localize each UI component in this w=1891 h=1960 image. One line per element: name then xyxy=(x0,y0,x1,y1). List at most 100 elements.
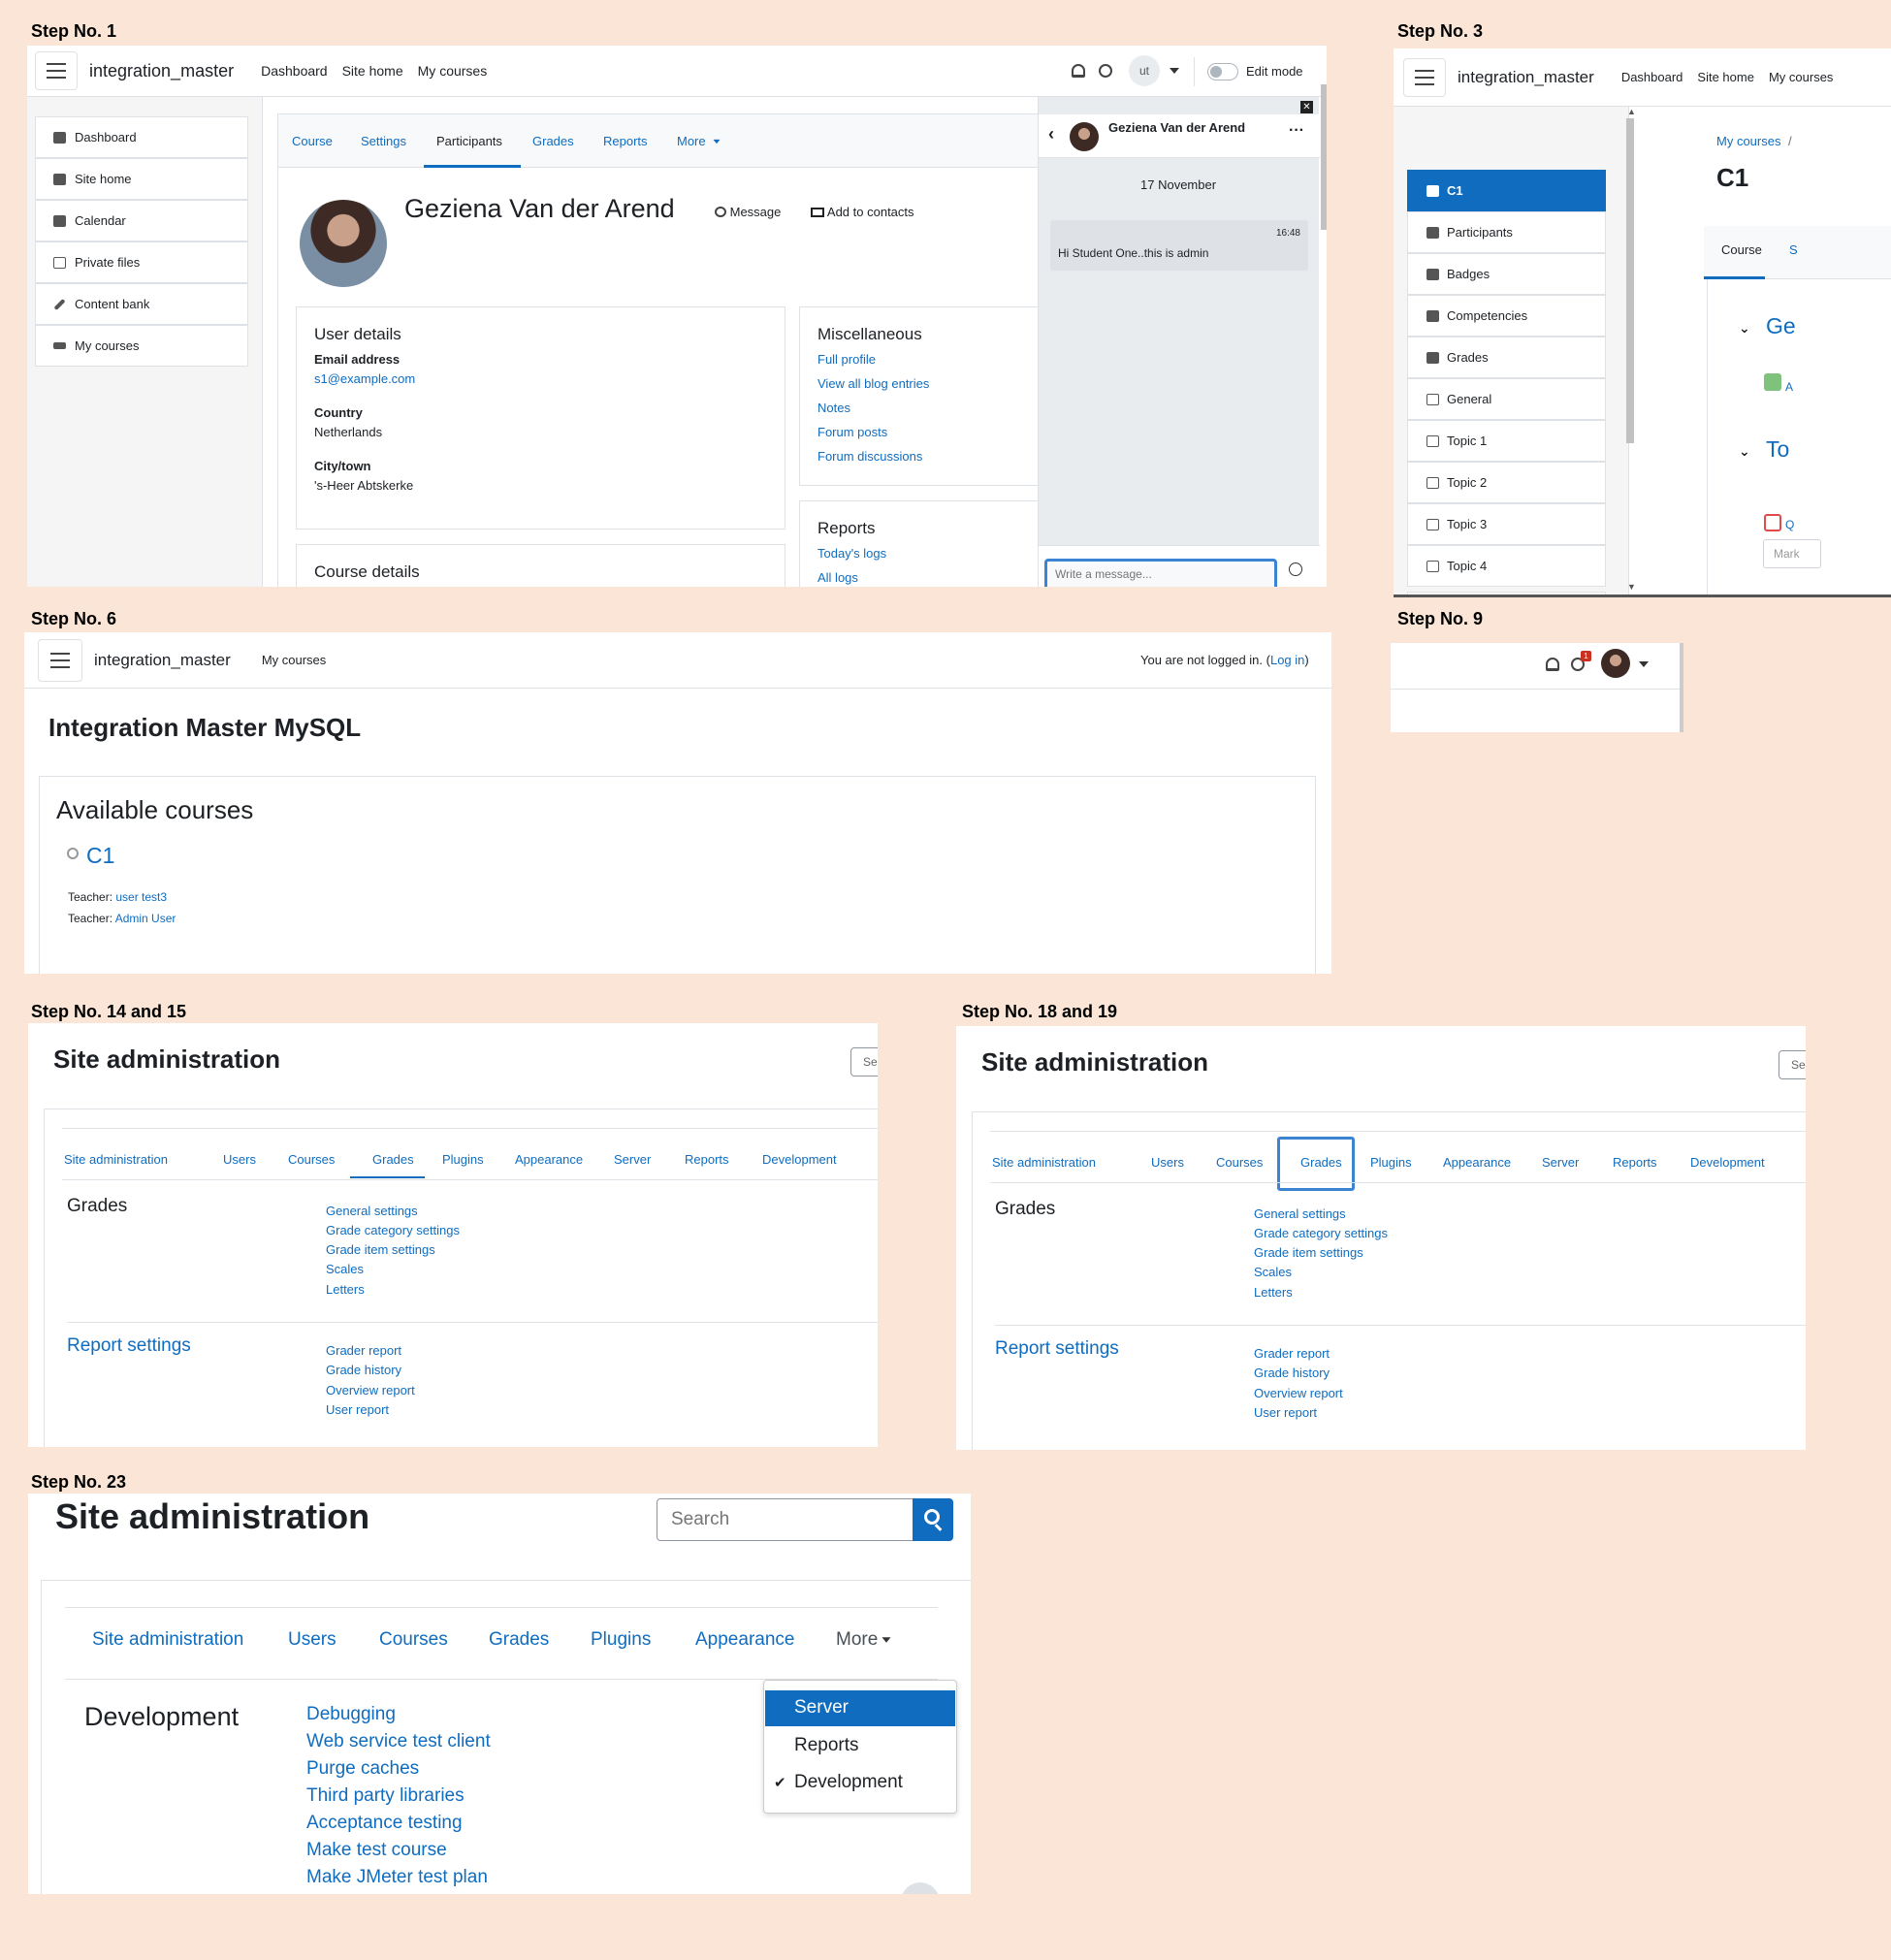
search-input[interactable] xyxy=(657,1498,913,1541)
nav-my-courses[interactable]: My courses xyxy=(262,653,326,667)
site-brand[interactable]: integration_master xyxy=(94,651,231,670)
activity-link[interactable]: Q xyxy=(1785,518,1794,531)
report-settings-heading[interactable]: Report settings xyxy=(67,1335,191,1357)
tab-plugins[interactable]: Plugins xyxy=(1370,1155,1412,1170)
tab-course[interactable]: Course xyxy=(292,134,333,148)
sidebar-item-grades[interactable]: Grades xyxy=(1407,337,1606,378)
nav-site-home[interactable]: Site home xyxy=(1697,70,1754,84)
tab-grades[interactable]: Grades xyxy=(532,134,574,148)
user-menu-caret-icon[interactable] xyxy=(1170,68,1179,74)
link-letters[interactable]: Letters xyxy=(1254,1285,1293,1300)
forum-discussions-link[interactable]: Forum discussions xyxy=(817,449,922,464)
edit-mode-toggle[interactable] xyxy=(1207,63,1238,80)
link-grader-report[interactable]: Grader report xyxy=(326,1343,401,1358)
link-grade-item-settings[interactable]: Grade item settings xyxy=(1254,1245,1363,1260)
search-button[interactable] xyxy=(913,1498,953,1541)
link-overview-report[interactable]: Overview report xyxy=(326,1383,415,1398)
teacher-link-admin-user[interactable]: Admin User xyxy=(115,912,176,925)
tab-users[interactable]: Users xyxy=(288,1629,337,1651)
emoji-icon[interactable] xyxy=(1289,562,1302,576)
search-input[interactable]: Se xyxy=(1779,1050,1806,1079)
sidebar-item-topic-4[interactable]: Topic 4 xyxy=(1407,545,1606,587)
tab-reports[interactable]: Reports xyxy=(685,1152,729,1167)
tab-site-administration[interactable]: Site administration xyxy=(992,1155,1096,1170)
nav-dashboard[interactable]: Dashboard xyxy=(261,63,328,79)
sidebar-item-topic-1[interactable]: Topic 1 xyxy=(1407,420,1606,462)
sidebar-item-my-courses[interactable]: My courses xyxy=(35,325,248,367)
link-scales[interactable]: Scales xyxy=(326,1262,364,1276)
back-icon[interactable]: ‹ xyxy=(1048,124,1054,145)
link-make-jmeter-test-plan[interactable]: Make JMeter test plan xyxy=(306,1867,488,1888)
link-user-report[interactable]: User report xyxy=(1254,1405,1317,1420)
sidebar-item-competencies[interactable]: Competencies xyxy=(1407,295,1606,337)
site-brand[interactable]: integration_master xyxy=(89,61,234,81)
report-settings-heading[interactable]: Report settings xyxy=(995,1338,1119,1360)
tab-more[interactable]: More xyxy=(836,1629,878,1651)
link-grader-report[interactable]: Grader report xyxy=(1254,1346,1330,1361)
email-link[interactable]: s1@example.com xyxy=(314,371,415,386)
all-logs-link[interactable]: All logs xyxy=(817,570,858,585)
user-menu-caret-icon[interactable] xyxy=(1639,661,1649,667)
todays-logs-link[interactable]: Today's logs xyxy=(817,546,886,561)
tab-settings[interactable]: Settings xyxy=(361,134,406,148)
tab-courses[interactable]: Courses xyxy=(379,1629,448,1651)
menu-item-development[interactable]: Development xyxy=(765,1766,955,1802)
link-acceptance-testing[interactable]: Acceptance testing xyxy=(306,1813,463,1834)
tab-plugins[interactable]: Plugins xyxy=(591,1629,651,1651)
link-overview-report[interactable]: Overview report xyxy=(1254,1386,1343,1400)
link-grade-category-settings[interactable]: Grade category settings xyxy=(1254,1226,1388,1240)
message-button[interactable]: Message xyxy=(715,205,781,219)
sidebar-item-participants[interactable]: Participants xyxy=(1407,211,1606,253)
close-drawer-icon[interactable]: ✕ xyxy=(1300,101,1313,113)
mark-as-done-button[interactable]: Mark xyxy=(1763,539,1821,568)
hamburger-menu-button[interactable] xyxy=(38,638,82,682)
sidebar-item-calendar[interactable]: Calendar xyxy=(35,200,248,241)
tab-reports[interactable]: Reports xyxy=(603,134,648,148)
section-collapse-icon[interactable]: ⌄ xyxy=(1739,443,1750,460)
tab-users[interactable]: Users xyxy=(223,1152,256,1167)
tab-server[interactable]: Server xyxy=(614,1152,651,1167)
tab-courses[interactable]: Courses xyxy=(1216,1155,1263,1170)
nav-site-home[interactable]: Site home xyxy=(342,63,403,79)
full-profile-link[interactable]: Full profile xyxy=(817,352,876,367)
forum-posts-link[interactable]: Forum posts xyxy=(817,425,887,439)
scrollbar[interactable] xyxy=(1321,84,1327,230)
link-grade-history[interactable]: Grade history xyxy=(326,1363,401,1377)
link-scales[interactable]: Scales xyxy=(1254,1265,1292,1279)
message-input[interactable] xyxy=(1044,559,1277,587)
nav-dashboard[interactable]: Dashboard xyxy=(1621,70,1683,84)
menu-item-reports[interactable]: Reports xyxy=(765,1729,955,1765)
tab-site-administration[interactable]: Site administration xyxy=(64,1152,168,1167)
link-general-settings[interactable]: General settings xyxy=(1254,1206,1346,1221)
tab-courses[interactable]: Courses xyxy=(288,1152,335,1167)
activity-link[interactable]: A xyxy=(1785,380,1793,394)
tab-more[interactable]: More xyxy=(677,134,706,148)
tab-development[interactable]: Development xyxy=(762,1152,837,1167)
messages-icon[interactable] xyxy=(1099,64,1112,78)
tab-appearance[interactable]: Appearance xyxy=(515,1152,583,1167)
link-purge-caches[interactable]: Purge caches xyxy=(306,1758,419,1780)
user-avatar[interactable]: ut xyxy=(1129,55,1160,86)
nav-my-courses[interactable]: My courses xyxy=(1769,70,1833,84)
breadcrumb-my-courses[interactable]: My courses xyxy=(1716,134,1780,148)
tab-appearance[interactable]: Appearance xyxy=(1443,1155,1511,1170)
link-grade-item-settings[interactable]: Grade item settings xyxy=(326,1242,435,1257)
link-make-test-course[interactable]: Make test course xyxy=(306,1840,447,1861)
site-brand[interactable]: integration_master xyxy=(1458,68,1594,87)
sidebar-item-private-files[interactable]: Private files xyxy=(35,241,248,283)
tab-plugins[interactable]: Plugins xyxy=(442,1152,484,1167)
tab-grades[interactable]: Grades xyxy=(489,1629,549,1651)
link-web-service-test-client[interactable]: Web service test client xyxy=(306,1731,491,1752)
link-grade-history[interactable]: Grade history xyxy=(1254,1366,1330,1380)
scroll-up-icon[interactable]: ▲ xyxy=(1627,107,1636,116)
link-third-party-libraries[interactable]: Third party libraries xyxy=(306,1785,465,1807)
hamburger-menu-button[interactable] xyxy=(35,51,78,90)
notification-bell-icon[interactable] xyxy=(1546,658,1559,671)
tab-server[interactable]: Server xyxy=(1542,1155,1579,1170)
sidebar-item-site-home[interactable]: Site home xyxy=(35,158,248,200)
hamburger-menu-button[interactable] xyxy=(1403,57,1446,97)
sidebar-item-general[interactable]: General xyxy=(1407,378,1606,420)
scrollbar[interactable] xyxy=(1626,118,1634,443)
sidebar-item-dashboard[interactable]: Dashboard xyxy=(35,116,248,158)
sidebar-item-c1[interactable]: C1 xyxy=(1407,170,1606,211)
